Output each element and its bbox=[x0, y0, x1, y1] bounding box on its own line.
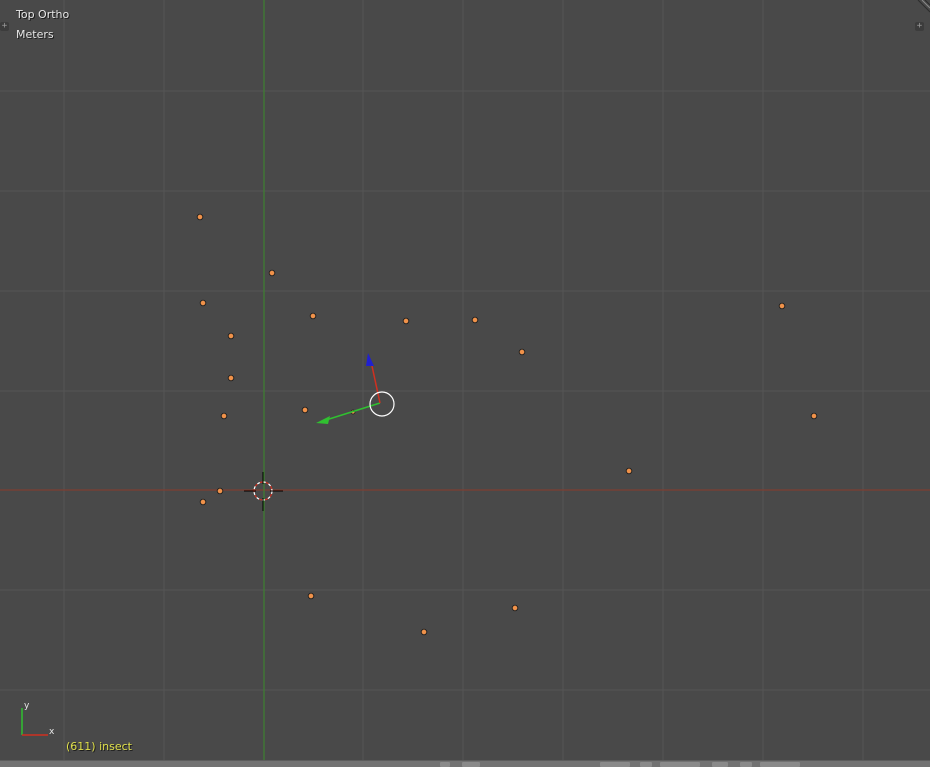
transform-manipulator-icon[interactable] bbox=[316, 353, 395, 424]
vertex-point[interactable] bbox=[216, 487, 224, 495]
header-button[interactable] bbox=[660, 762, 700, 767]
vertex-point[interactable] bbox=[518, 348, 526, 356]
vertex-point[interactable] bbox=[420, 628, 428, 636]
header-button[interactable] bbox=[740, 762, 752, 767]
vertex-point[interactable] bbox=[309, 312, 317, 320]
viewport-scene[interactable]: y x bbox=[0, 0, 930, 767]
vertex-point[interactable] bbox=[227, 332, 235, 340]
view-axis-gizmo-icon: y x bbox=[21, 701, 55, 737]
view-name-label: Top Ortho bbox=[16, 8, 70, 21]
vertex-point[interactable] bbox=[268, 269, 276, 277]
3d-viewport[interactable]: y x Top Ortho Meters (611) insect + + bbox=[0, 0, 930, 767]
vertex-point[interactable] bbox=[199, 299, 207, 307]
axis-x-label: x bbox=[49, 727, 55, 737]
header-button[interactable] bbox=[640, 762, 652, 767]
properties-shelf-toggle-icon[interactable]: + bbox=[915, 22, 924, 31]
axis-y-label: y bbox=[24, 701, 30, 711]
units-label: Meters bbox=[16, 28, 54, 41]
rotate-ring[interactable] bbox=[369, 391, 395, 417]
vertex-point[interactable] bbox=[778, 302, 786, 310]
header-button[interactable] bbox=[600, 762, 630, 767]
tool-shelf-toggle-icon[interactable]: + bbox=[0, 22, 9, 31]
z-arrow-handle[interactable] bbox=[366, 353, 374, 366]
floor-grid bbox=[0, 0, 930, 760]
header-button[interactable] bbox=[462, 762, 480, 767]
vertex-point[interactable] bbox=[301, 406, 309, 414]
vertex-point[interactable] bbox=[625, 467, 633, 475]
vertex-point[interactable] bbox=[511, 604, 519, 612]
vertex-point[interactable] bbox=[810, 412, 818, 420]
vertex-point[interactable] bbox=[307, 592, 315, 600]
vertex-point[interactable] bbox=[402, 317, 410, 325]
header-button[interactable] bbox=[440, 762, 450, 767]
frame-object-info: (611) insect bbox=[66, 740, 132, 753]
vertex-point[interactable] bbox=[196, 213, 204, 221]
vertex-point[interactable] bbox=[220, 412, 228, 420]
vertex-point[interactable] bbox=[471, 316, 479, 324]
vertex-group[interactable] bbox=[196, 213, 818, 636]
area-split-corner-icon[interactable] bbox=[917, 0, 930, 13]
header-button[interactable] bbox=[760, 762, 800, 767]
vertex-point[interactable] bbox=[199, 498, 207, 506]
vertex-point[interactable] bbox=[227, 374, 235, 382]
y-arrow-handle[interactable] bbox=[316, 416, 330, 424]
header-button[interactable] bbox=[712, 762, 728, 767]
